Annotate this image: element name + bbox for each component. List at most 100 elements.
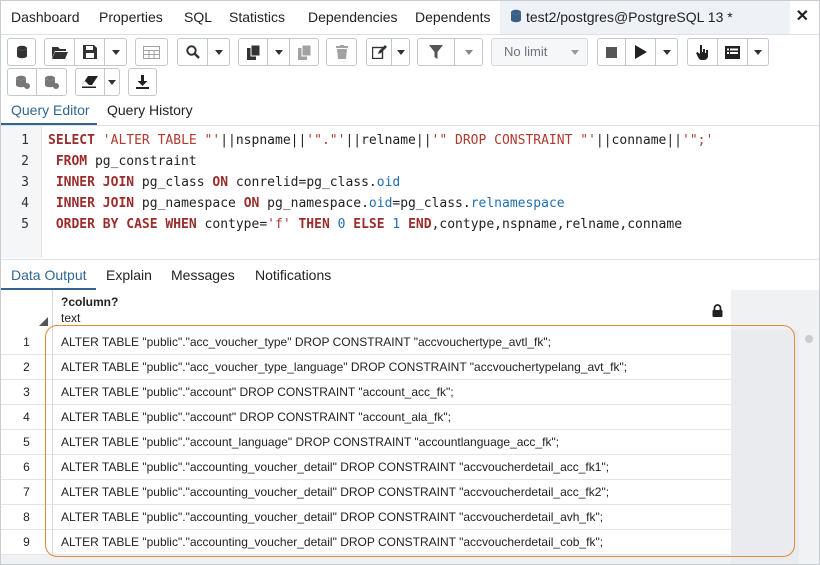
edit-button[interactable]: [366, 38, 392, 66]
tab-statistics[interactable]: Statistics: [229, 1, 285, 34]
table-cell[interactable]: ALTER TABLE "public"."accounting_voucher…: [61, 530, 603, 554]
chevron-down-icon: [274, 49, 283, 55]
tab-dashboard[interactable]: Dashboard: [11, 1, 80, 34]
filter-icon: [429, 45, 443, 59]
explain-analyze-button[interactable]: [718, 38, 748, 66]
table-cell[interactable]: ALTER TABLE "public"."account_language" …: [61, 430, 559, 454]
play-icon: [634, 45, 647, 59]
tab-dependencies[interactable]: Dependencies: [308, 1, 398, 34]
folder-open-icon: [51, 46, 68, 59]
table-row[interactable]: 2 ALTER TABLE "public"."acc_voucher_type…: [1, 355, 731, 380]
line-number: 3: [21, 175, 29, 190]
tab-sql[interactable]: SQL: [184, 1, 212, 34]
code-line-4: INNER JOIN pg_namespace ON pg_namespace.…: [55, 196, 565, 211]
table-cell[interactable]: ALTER TABLE "public"."accounting_voucher…: [61, 505, 603, 529]
edit-dropdown-button[interactable]: [392, 38, 410, 66]
tab-notifications[interactable]: Notifications: [255, 260, 331, 290]
row-number: 5: [1, 430, 53, 454]
select-all-corner[interactable]: [1, 290, 53, 330]
open-file-button[interactable]: [44, 38, 75, 66]
save-icon: [82, 45, 97, 59]
find-button[interactable]: [177, 38, 208, 66]
filter-dropdown-button[interactable]: [455, 38, 483, 66]
commit-button[interactable]: [7, 68, 37, 96]
tab-query-tool-label: test2/postgres@PostgreSQL 13 *: [526, 9, 733, 25]
tab-query-editor[interactable]: Query Editor: [1, 97, 97, 125]
table-cell[interactable]: ALTER TABLE "public"."accounting_voucher…: [61, 480, 609, 504]
tab-explain[interactable]: Explain: [106, 260, 152, 290]
hand-pointer-icon: [696, 44, 708, 60]
clear-dropdown-button[interactable]: [105, 68, 120, 96]
chevron-down-icon: [662, 49, 671, 55]
table-cell[interactable]: ALTER TABLE "public"."acc_voucher_type_l…: [61, 355, 627, 379]
stop-button[interactable]: [597, 38, 626, 66]
execute-button[interactable]: [626, 38, 656, 66]
copy-icon: [246, 44, 260, 60]
table-row[interactable]: 8 ALTER TABLE "public"."accounting_vouch…: [1, 505, 731, 530]
tab-query-history[interactable]: Query History: [107, 97, 193, 125]
grid-header: ?column? text: [1, 290, 731, 331]
scrollbar-thumb[interactable]: [805, 335, 813, 343]
copy-button[interactable]: [238, 38, 268, 66]
tab-properties[interactable]: Properties: [99, 1, 163, 34]
row-number: 2: [1, 355, 53, 379]
table-row[interactable]: 3 ALTER TABLE "public"."account" DROP CO…: [1, 380, 731, 405]
query-toolbar: No limit: [1, 35, 819, 98]
edit-icon: [371, 45, 387, 59]
table-row[interactable]: 5 ALTER TABLE "public"."account_language…: [1, 430, 731, 455]
copy-dropdown-button[interactable]: [268, 38, 290, 66]
sql-editor[interactable]: 1 2 3 4 5 SELECT 'ALTER TABLE "'||nspnam…: [1, 126, 819, 258]
table-cell[interactable]: ALTER TABLE "public"."accounting_voucher…: [61, 455, 609, 479]
stop-icon: [606, 46, 617, 58]
table-row[interactable]: 1 ALTER TABLE "public"."acc_voucher_type…: [1, 330, 731, 355]
chevron-down-icon: [396, 49, 405, 55]
row-number: 4: [1, 405, 53, 429]
row-limit-value: No limit: [504, 44, 548, 59]
trash-icon: [335, 45, 348, 59]
database-icon: [16, 45, 27, 59]
execute-dropdown-button[interactable]: [656, 38, 678, 66]
paste-button[interactable]: [290, 38, 319, 66]
edit-grid-button[interactable]: [135, 38, 168, 66]
table-row[interactable]: 4 ALTER TABLE "public"."account" DROP CO…: [1, 405, 731, 430]
column-type: text: [61, 311, 81, 325]
tab-query-tool[interactable]: test2/postgres@PostgreSQL 13 *: [500, 1, 790, 34]
find-dropdown-button[interactable]: [208, 38, 230, 66]
rollback-button[interactable]: [37, 68, 67, 96]
open-file-db-button[interactable]: [7, 38, 36, 66]
select-all-icon: [39, 317, 48, 326]
table-cell[interactable]: ALTER TABLE "public"."acc_voucher_type" …: [61, 330, 551, 354]
clear-button[interactable]: [75, 68, 105, 96]
explain-dropdown-button[interactable]: [748, 38, 769, 66]
paste-icon: [297, 44, 311, 60]
table-cell[interactable]: ALTER TABLE "public"."account" DROP CONS…: [61, 380, 454, 404]
delete-button[interactable]: [326, 38, 357, 66]
save-dropdown-button[interactable]: [105, 38, 127, 66]
table-row[interactable]: 7 ALTER TABLE "public"."accounting_vouch…: [1, 480, 731, 505]
table-row[interactable]: 9 ALTER TABLE "public"."accounting_vouch…: [1, 530, 731, 555]
row-number: 1: [1, 330, 53, 354]
chevron-down-icon: [754, 49, 762, 55]
filter-button[interactable]: [417, 38, 455, 66]
row-number: 6: [1, 455, 53, 479]
tab-dependents[interactable]: Dependents: [415, 1, 491, 34]
table-cell[interactable]: ALTER TABLE "public"."account" DROP CONS…: [61, 405, 451, 429]
save-button[interactable]: [75, 38, 105, 66]
download-icon: [136, 75, 149, 89]
line-number: 5: [21, 217, 29, 232]
tab-messages[interactable]: Messages: [171, 260, 235, 290]
code-line-5: ORDER BY CASE WHEN contype='f' THEN 0 EL…: [55, 217, 683, 232]
vertical-scrollbar[interactable]: [799, 330, 819, 564]
tab-data-output[interactable]: Data Output: [1, 260, 96, 290]
chevron-down-icon: [571, 50, 579, 55]
row-number: 7: [1, 480, 53, 504]
output-tab-bar: Data Output Explain Messages Notificatio…: [1, 259, 819, 291]
database-icon: [510, 2, 522, 35]
row-limit-select[interactable]: No limit: [491, 38, 588, 66]
row-number: 9: [1, 530, 53, 554]
close-icon[interactable]: ✕: [796, 9, 809, 25]
row-number: 3: [1, 380, 53, 404]
table-row[interactable]: 6 ALTER TABLE "public"."accounting_vouch…: [1, 455, 731, 480]
explain-button[interactable]: [687, 38, 718, 66]
download-button[interactable]: [128, 68, 157, 96]
